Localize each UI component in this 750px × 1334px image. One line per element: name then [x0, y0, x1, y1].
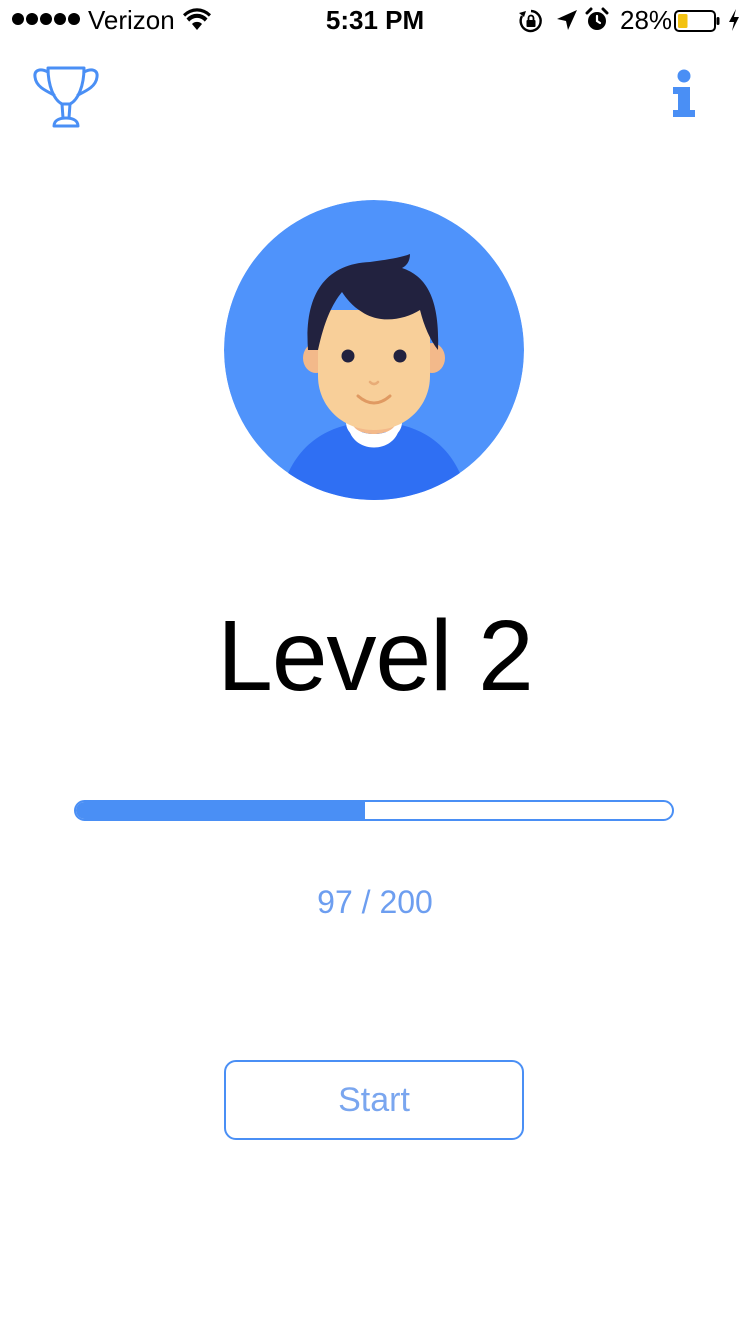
trophy-icon[interactable]	[30, 62, 102, 128]
level-progress-bar	[74, 800, 674, 821]
progress-count: 97 / 200	[317, 884, 433, 920]
info-icon[interactable]	[664, 68, 704, 120]
location-arrow-icon	[557, 10, 577, 30]
level-title: Level 2	[217, 600, 533, 712]
battery-icon	[674, 10, 720, 32]
alarm-clock-icon	[585, 7, 609, 30]
avatar	[224, 200, 524, 500]
start-button[interactable]: Start	[224, 1060, 524, 1140]
charging-bolt-icon	[729, 9, 739, 31]
status-bar: Verizon 5:31 PM 28%	[0, 0, 750, 40]
boy-avatar-icon	[224, 200, 524, 500]
battery-percentage: 28%	[620, 5, 673, 35]
rotation-lock-icon	[519, 9, 542, 33]
progress-fill	[76, 802, 366, 819]
